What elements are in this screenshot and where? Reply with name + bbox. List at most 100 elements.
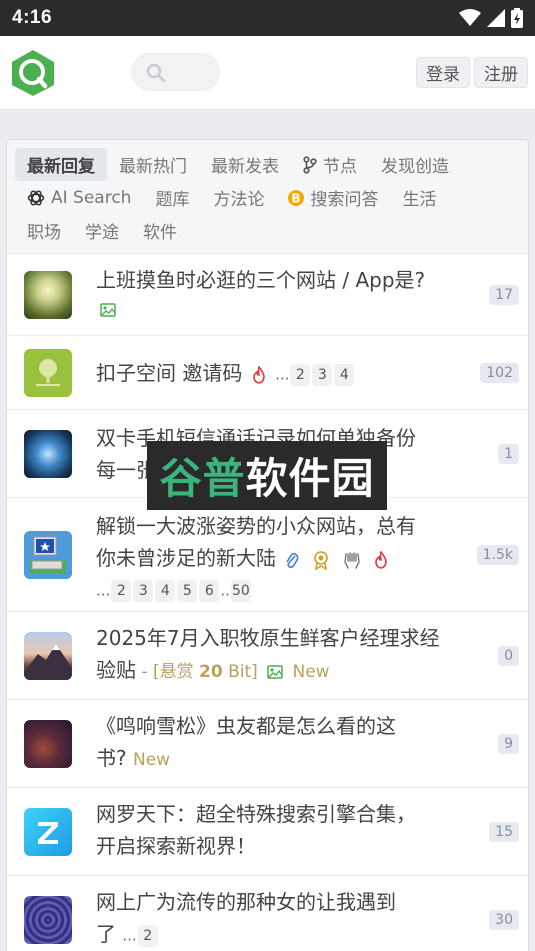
avatar[interactable]	[24, 430, 72, 478]
topic-item[interactable]: 网上广为流传的那种女的让我遇到 了 ... 2 30	[7, 876, 528, 951]
login-button[interactable]: 登录	[416, 57, 470, 88]
tab-discover[interactable]: 发现创造	[369, 148, 461, 181]
page-link[interactable]: 50	[230, 579, 251, 602]
tab-ai-search-label: AI Search	[51, 187, 132, 208]
topic-item[interactable]: 2025年7月入职牧原生鲜客户经理求经 验贴 - [悬赏 20 Bit] New…	[7, 612, 528, 700]
reply-count[interactable]: 0	[498, 646, 519, 666]
reply-count[interactable]: 1.5k	[476, 545, 519, 565]
topic-title[interactable]: 网罗天下：超全特殊搜索引擎合集， 开启探索新视界！	[96, 798, 416, 862]
topic-title[interactable]: 上班摸鱼时必逛的三个网站 / App是?	[96, 264, 425, 296]
topic-title-line[interactable]: 网罗天下：超全特殊搜索引擎合集，	[96, 798, 416, 830]
page-link[interactable]: 2	[290, 363, 311, 386]
clock: 4:16	[12, 7, 53, 28]
register-button[interactable]: 注册	[474, 57, 528, 88]
avatar[interactable]	[24, 632, 72, 680]
avatar[interactable]	[24, 271, 72, 319]
topic-title-text[interactable]: 上班摸鱼时必逛的三个网站 / App是?	[96, 268, 425, 292]
topic-title-row: 了 ... 2	[96, 918, 396, 951]
topic-title-line[interactable]: 验贴	[96, 658, 136, 682]
search-icon	[146, 63, 166, 83]
hands-icon	[344, 551, 360, 569]
topic-title[interactable]: 网上广为流传的那种女的让我遇到 了 ... 2	[96, 886, 396, 951]
wifi-icon	[459, 9, 481, 26]
tab-bar: 最新回复 最新热门 最新发表 节点 发现创造 AI Search 题库 方法论	[7, 140, 528, 254]
tab-study[interactable]: 学途	[73, 214, 131, 247]
topic-title-line[interactable]: 了	[96, 922, 116, 946]
meta-separator: -	[136, 662, 153, 682]
avatar[interactable]	[24, 531, 72, 579]
tab-life[interactable]: 生活	[390, 181, 448, 214]
topic-item[interactable]: 扣子空间 邀请码 ... 2 3 4 102	[7, 336, 528, 410]
pagination-ellipsis: ...	[122, 926, 137, 945]
tab-workplace[interactable]: 职场	[15, 214, 73, 247]
topic-title-line[interactable]: 书?	[96, 746, 127, 770]
topic-title-line[interactable]: 网上广为流传的那种女的让我遇到	[96, 886, 396, 918]
reward-open: [悬赏	[152, 662, 199, 682]
page-link[interactable]: 5	[177, 579, 198, 602]
topic-item[interactable]: 上班摸鱼时必逛的三个网站 / App是? 17	[7, 254, 528, 336]
topic-title-line[interactable]: 解锁一大波涨姿势的小众网站，总有	[96, 510, 416, 542]
avatar[interactable]	[24, 349, 72, 397]
pagination: ... 2 3 4	[275, 361, 355, 386]
pagination-ellipsis: ..	[220, 581, 230, 600]
page-link[interactable]: 3	[312, 363, 333, 386]
topic-title-text[interactable]: 扣子空间 邀请码	[96, 361, 242, 385]
image-icon	[267, 664, 283, 679]
reply-count[interactable]: 1	[498, 444, 519, 464]
signal-icon	[487, 9, 505, 27]
reply-count[interactable]: 9	[498, 734, 519, 754]
topic-item[interactable]: 网罗天下：超全特殊搜索引擎合集， 开启探索新视界！ 15	[7, 788, 528, 876]
tab-latest-replies[interactable]: 最新回复	[15, 148, 107, 181]
status-bar: 4:16	[0, 0, 535, 36]
bitcoin-icon: B	[288, 189, 305, 207]
tab-search-qa[interactable]: B 搜索问答	[276, 181, 390, 214]
new-badge: New	[292, 662, 330, 682]
avatar[interactable]	[24, 720, 72, 768]
system-icons	[459, 8, 523, 28]
page-link[interactable]: 2	[111, 579, 132, 602]
page-link[interactable]: 3	[133, 579, 154, 602]
topic-title-line[interactable]: 2025年7月入职牧原生鲜客户经理求经	[96, 622, 440, 654]
site-logo-icon[interactable]	[10, 49, 56, 97]
topic-list-card: 最新回复 最新热门 最新发表 节点 发现创造 AI Search 题库 方法论	[6, 139, 529, 951]
flame-icon	[252, 365, 265, 384]
reward-unit: Bit]	[222, 662, 258, 682]
topic-item[interactable]: 《鸣响雪松》虫友都是怎么看的这 书? New 9	[7, 700, 528, 788]
tab-methodology[interactable]: 方法论	[201, 181, 276, 214]
reward-amount: 20	[199, 662, 223, 682]
pagination-ellipsis: ...	[275, 365, 290, 384]
tab-software[interactable]: 软件	[131, 214, 189, 247]
reply-count[interactable]: 30	[489, 910, 519, 930]
reply-count[interactable]: 102	[480, 363, 519, 383]
tab-question-bank[interactable]: 题库	[143, 181, 201, 214]
search-box[interactable]	[131, 53, 220, 91]
avatar[interactable]	[24, 808, 72, 856]
avatar[interactable]	[24, 896, 72, 944]
watermark-logo: 谷普 软件园	[147, 441, 387, 510]
flame-icon	[375, 550, 388, 569]
page-link[interactable]: 6	[199, 579, 220, 602]
new-badge: New	[132, 750, 171, 770]
topic-title-line[interactable]: 你未曾涉足的新大陆	[96, 546, 276, 570]
page-link[interactable]: 4	[155, 579, 176, 602]
tab-latest-posts[interactable]: 最新发表	[199, 148, 291, 181]
topic-title-line[interactable]: 开启探索新视界！	[96, 830, 416, 862]
reward-badge: [悬赏 20 Bit]	[153, 662, 258, 682]
topic-title[interactable]: 《鸣响雪松》虫友都是怎么看的这 书? New	[96, 710, 396, 776]
medal-icon	[313, 550, 328, 570]
topic-title-line[interactable]: 《鸣响雪松》虫友都是怎么看的这	[96, 710, 396, 742]
topic-title[interactable]: 扣子空间 邀请码 ... 2 3 4	[96, 357, 355, 391]
branch-icon	[303, 155, 317, 174]
topic-item[interactable]: 解锁一大波涨姿势的小众网站，总有 你未曾涉足的新大陆 ... 2 3 4 5 6.. 50 …	[7, 498, 528, 612]
tab-ai-search[interactable]: AI Search	[15, 184, 143, 212]
topic-title[interactable]: 2025年7月入职牧原生鲜客户经理求经 验贴 - [悬赏 20 Bit] New	[96, 622, 440, 688]
page-link[interactable]: 2	[137, 924, 158, 947]
page-link[interactable]: 4	[334, 363, 355, 386]
reply-count[interactable]: 17	[489, 285, 519, 305]
tab-latest-hot[interactable]: 最新热门	[107, 148, 199, 181]
topic-title[interactable]: 解锁一大波涨姿势的小众网站，总有 你未曾涉足的新大陆 ... 2 3 4 5 6.. 50	[96, 510, 416, 606]
tab-nodes[interactable]: 节点	[291, 148, 369, 181]
reply-count[interactable]: 15	[489, 822, 519, 842]
svg-text:B: B	[292, 191, 301, 205]
search-input[interactable]	[172, 60, 216, 84]
